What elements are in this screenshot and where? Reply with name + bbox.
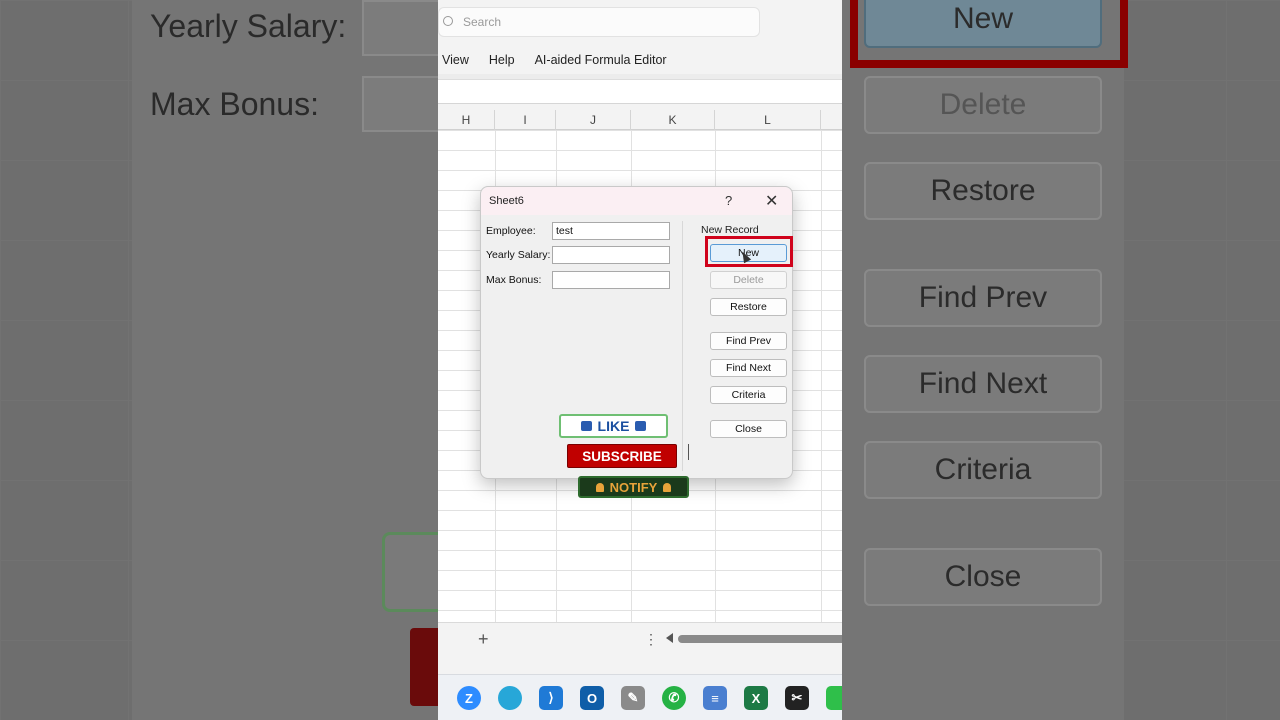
notify-label: NOTIFY [609,479,658,495]
help-icon[interactable]: ? [725,193,732,208]
notify-button[interactable]: NOTIFY [578,476,689,498]
zoom-delete-button: Delete [864,76,1102,134]
outlook-icon[interactable]: O [580,686,604,710]
taskbar: Z ⟩ O ✎ ✆ ≡ X ✂ [438,674,842,720]
zoom-close-button: Close [864,548,1102,606]
column-header-j[interactable]: J [556,110,631,130]
video-frame: Yearly Salary: Max Bonus: New Delete Res… [0,0,1280,720]
text-caret [688,444,689,460]
column-header-l[interactable]: L [715,110,821,130]
zoom-app-icon[interactable]: Z [457,686,481,710]
close-icon[interactable]: ✕ [765,191,778,211]
zoom-label-max-bonus: Max Bonus: [150,86,319,122]
zoom-field-max-bonus [362,76,438,132]
vscode-icon[interactable]: ⟩ [539,686,563,710]
dialog-title-bar: Sheet6 ? ✕ [481,187,792,215]
column-header-h[interactable]: H [438,110,495,130]
zoom-restore-button: Restore [864,162,1102,220]
sheet-tabs-bar: + ⋮ [438,622,842,656]
column-header-i[interactable]: I [495,110,556,130]
edge-browser-icon[interactable] [498,686,522,710]
tools-app-icon[interactable]: ✎ [621,686,645,710]
green-app-icon[interactable] [826,686,842,710]
whatsapp-icon[interactable]: ✆ [662,686,686,710]
gridline [821,130,822,622]
excel-icon[interactable]: X [744,686,768,710]
employee-field[interactable]: test [552,222,670,240]
zoom-highlight-frame [850,0,1128,68]
employee-label: Employee: [486,225,536,237]
dialog-title: Sheet6 [489,195,524,207]
find-next-button[interactable]: Find Next [710,359,787,377]
zoom-subscribe-button-fragment [410,628,438,706]
zoom-like-button-fragment [382,532,438,612]
notepad-icon[interactable]: ≡ [703,686,727,710]
menu-bar: View Help AI-aided Formula Editor [438,46,842,74]
search-box[interactable]: Search [438,7,760,37]
close-button[interactable]: Close [710,420,787,438]
max-bonus-field[interactable] [552,271,670,289]
max-bonus-label: Max Bonus: [486,274,542,286]
subscribe-button[interactable]: SUBSCRIBE [567,444,677,468]
like-button[interactable]: LIKE [559,414,668,438]
capcut-icon[interactable]: ✂ [785,686,809,710]
formula-bar[interactable] [438,80,842,104]
column-headers: H I J K L [438,110,842,130]
find-prev-button[interactable]: Find Prev [710,332,787,350]
yearly-salary-field[interactable] [552,246,670,264]
column-header-k[interactable]: K [631,110,715,130]
restore-button[interactable]: Restore [710,298,787,316]
zoom-field-yearly-salary [362,0,438,56]
thumbs-up-icon [635,421,647,431]
bell-icon [663,482,672,492]
menu-view[interactable]: View [438,53,473,67]
menu-ai-formula-editor[interactable]: AI-aided Formula Editor [531,53,671,67]
record-status: New Record [701,224,759,236]
thumbs-up-icon [580,421,592,431]
zoom-label-yearly-salary: Yearly Salary: [150,8,347,44]
zoom-criteria-button: Criteria [864,441,1102,499]
status-bar [438,656,842,674]
yearly-salary-label: Yearly Salary: [486,249,551,261]
dialog-divider [682,221,683,471]
zoom-find-next-button: Find Next [864,355,1102,413]
zoom-background-right: New Delete Restore Find Prev Find Next C… [842,0,1280,720]
zoom-background-left: Yearly Salary: Max Bonus: [0,0,438,720]
excel-window: Search View Help AI-aided Formula Editor… [438,0,842,720]
more-options-icon[interactable]: ⋮ [644,631,658,648]
like-label: LIKE [597,418,630,434]
title-bar: Search [438,0,842,46]
search-icon [443,16,453,26]
scroll-left-icon[interactable] [666,633,673,643]
add-sheet-button[interactable]: + [478,629,489,650]
criteria-button[interactable]: Criteria [710,386,787,404]
bell-icon [595,482,604,492]
delete-button[interactable]: Delete [710,271,787,289]
search-placeholder: Search [463,15,502,29]
zoom-find-prev-button: Find Prev [864,269,1102,327]
horizontal-scrollbar[interactable] [678,635,842,643]
menu-help[interactable]: Help [485,53,519,67]
highlight-frame [705,236,793,267]
